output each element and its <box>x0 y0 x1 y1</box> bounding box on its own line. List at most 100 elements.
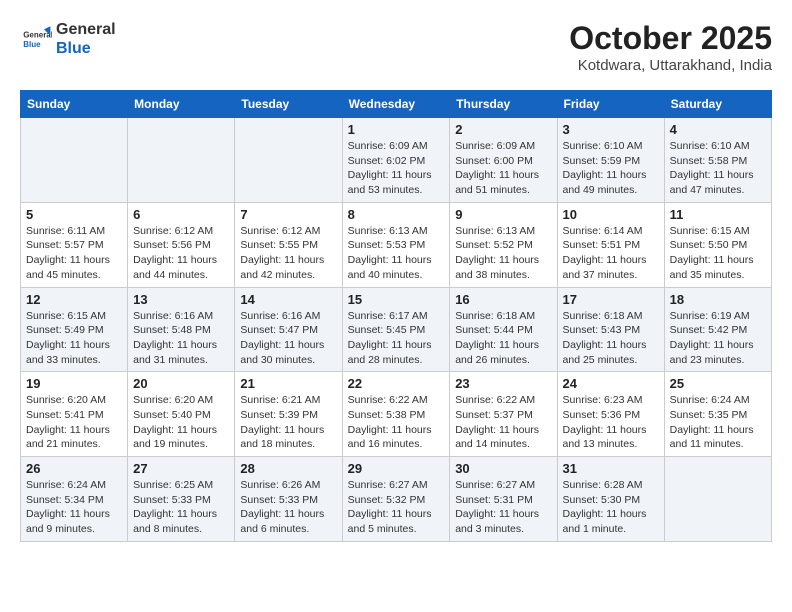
calendar-cell: 5 Sunrise: 6:11 AM Sunset: 5:57 PM Daylig… <box>21 202 128 287</box>
day-number: 15 <box>348 292 445 307</box>
weekday-header: Monday <box>128 91 235 118</box>
calendar-cell: 25 Sunrise: 6:24 AM Sunset: 5:35 PM Dayli… <box>664 372 771 457</box>
day-number: 3 <box>563 122 659 137</box>
day-info: Sunrise: 6:11 AM Sunset: 5:57 PM Dayligh… <box>26 224 122 283</box>
day-number: 8 <box>348 207 445 222</box>
title-block: October 2025 Kotdwara, Uttarakhand, Indi… <box>569 20 772 74</box>
day-info: Sunrise: 6:20 AM Sunset: 5:41 PM Dayligh… <box>26 393 122 452</box>
day-info: Sunrise: 6:09 AM Sunset: 6:02 PM Dayligh… <box>348 139 445 198</box>
calendar-cell: 30Sunrise: 6:27 AM Sunset: 5:31 PM Dayli… <box>450 457 557 542</box>
day-info: Sunrise: 6:24 AM Sunset: 5:34 PM Dayligh… <box>26 478 122 537</box>
calendar-cell: 17 Sunrise: 6:18 AM Sunset: 5:43 PM Dayli… <box>557 287 664 372</box>
calendar-cell <box>664 457 771 542</box>
calendar-cell: 29 Sunrise: 6:27 AM Sunset: 5:32 PM Dayli… <box>342 457 450 542</box>
day-number: 25 <box>670 376 766 391</box>
calendar-cell: 12 Sunrise: 6:15 AM Sunset: 5:49 PM Dayli… <box>21 287 128 372</box>
logo: General Blue General Blue <box>20 20 116 58</box>
calendar-cell <box>128 118 235 203</box>
day-number: 17 <box>563 292 659 307</box>
calendar-cell: 26 Sunrise: 6:24 AM Sunset: 5:34 PM Dayli… <box>21 457 128 542</box>
calendar-week: 1Sunrise: 6:09 AM Sunset: 6:02 PM Daylig… <box>21 118 772 203</box>
calendar-cell: 1Sunrise: 6:09 AM Sunset: 6:02 PM Daylig… <box>342 118 450 203</box>
day-number: 31 <box>563 461 659 476</box>
calendar-cell: 11Sunrise: 6:15 AM Sunset: 5:50 PM Dayli… <box>664 202 771 287</box>
day-number: 18 <box>670 292 766 307</box>
calendar-cell: 21Sunrise: 6:21 AM Sunset: 5:39 PM Dayli… <box>235 372 342 457</box>
day-number: 16 <box>455 292 551 307</box>
calendar-cell: 8 Sunrise: 6:13 AM Sunset: 5:53 PM Daylig… <box>342 202 450 287</box>
weekday-header: Thursday <box>450 91 557 118</box>
calendar-cell: 31 Sunrise: 6:28 AM Sunset: 5:30 PM Dayli… <box>557 457 664 542</box>
day-info: Sunrise: 6:10 AM Sunset: 5:59 PM Dayligh… <box>563 139 659 198</box>
calendar-cell: 9Sunrise: 6:13 AM Sunset: 5:52 PM Daylig… <box>450 202 557 287</box>
day-number: 19 <box>26 376 122 391</box>
day-info: Sunrise: 6:15 AM Sunset: 5:50 PM Dayligh… <box>670 224 766 283</box>
calendar-cell: 7 Sunrise: 6:12 AM Sunset: 5:55 PM Daylig… <box>235 202 342 287</box>
day-info: Sunrise: 6:18 AM Sunset: 5:44 PM Dayligh… <box>455 309 551 368</box>
day-number: 12 <box>26 292 122 307</box>
day-number: 20 <box>133 376 229 391</box>
weekday-header: Tuesday <box>235 91 342 118</box>
day-info: Sunrise: 6:14 AM Sunset: 5:51 PM Dayligh… <box>563 224 659 283</box>
day-info: Sunrise: 6:09 AM Sunset: 6:00 PM Dayligh… <box>455 139 551 198</box>
day-number: 6 <box>133 207 229 222</box>
day-info: Sunrise: 6:23 AM Sunset: 5:36 PM Dayligh… <box>563 393 659 452</box>
day-number: 9 <box>455 207 551 222</box>
calendar-cell: 3 Sunrise: 6:10 AM Sunset: 5:59 PM Daylig… <box>557 118 664 203</box>
logo-blue-text: Blue <box>56 39 116 58</box>
day-number: 10 <box>563 207 659 222</box>
day-number: 7 <box>240 207 336 222</box>
day-number: 13 <box>133 292 229 307</box>
calendar-cell: 23 Sunrise: 6:22 AM Sunset: 5:37 PM Dayli… <box>450 372 557 457</box>
day-number: 14 <box>240 292 336 307</box>
day-info: Sunrise: 6:13 AM Sunset: 5:53 PM Dayligh… <box>348 224 445 283</box>
calendar-cell: 14 Sunrise: 6:16 AM Sunset: 5:47 PM Dayli… <box>235 287 342 372</box>
day-number: 26 <box>26 461 122 476</box>
svg-text:Blue: Blue <box>23 40 41 49</box>
day-number: 24 <box>563 376 659 391</box>
day-number: 30 <box>455 461 551 476</box>
calendar-week: 12 Sunrise: 6:15 AM Sunset: 5:49 PM Dayli… <box>21 287 772 372</box>
day-number: 28 <box>240 461 336 476</box>
calendar-cell: 2 Sunrise: 6:09 AM Sunset: 6:00 PM Daylig… <box>450 118 557 203</box>
weekday-header: Friday <box>557 91 664 118</box>
calendar-table: SundayMondayTuesdayWednesdayThursdayFrid… <box>20 90 772 542</box>
calendar-cell: 24 Sunrise: 6:23 AM Sunset: 5:36 PM Dayli… <box>557 372 664 457</box>
page-header: General Blue General Blue October 2025 K… <box>20 20 772 74</box>
day-info: Sunrise: 6:17 AM Sunset: 5:45 PM Dayligh… <box>348 309 445 368</box>
day-info: Sunrise: 6:24 AM Sunset: 5:35 PM Dayligh… <box>670 393 766 452</box>
calendar-cell: 22 Sunrise: 6:22 AM Sunset: 5:38 PM Dayli… <box>342 372 450 457</box>
day-info: Sunrise: 6:27 AM Sunset: 5:32 PM Dayligh… <box>348 478 445 537</box>
calendar-cell <box>235 118 342 203</box>
day-info: Sunrise: 6:22 AM Sunset: 5:37 PM Dayligh… <box>455 393 551 452</box>
day-number: 22 <box>348 376 445 391</box>
day-number: 23 <box>455 376 551 391</box>
calendar-cell <box>21 118 128 203</box>
day-number: 29 <box>348 461 445 476</box>
calendar-week: 26 Sunrise: 6:24 AM Sunset: 5:34 PM Dayli… <box>21 457 772 542</box>
weekday-header: Saturday <box>664 91 771 118</box>
weekday-header: Sunday <box>21 91 128 118</box>
location: Kotdwara, Uttarakhand, India <box>569 57 772 74</box>
day-number: 5 <box>26 207 122 222</box>
day-info: Sunrise: 6:18 AM Sunset: 5:43 PM Dayligh… <box>563 309 659 368</box>
day-info: Sunrise: 6:26 AM Sunset: 5:33 PM Dayligh… <box>240 478 336 537</box>
calendar-week: 5 Sunrise: 6:11 AM Sunset: 5:57 PM Daylig… <box>21 202 772 287</box>
day-number: 4 <box>670 122 766 137</box>
day-info: Sunrise: 6:15 AM Sunset: 5:49 PM Dayligh… <box>26 309 122 368</box>
calendar-cell: 15 Sunrise: 6:17 AM Sunset: 5:45 PM Dayli… <box>342 287 450 372</box>
calendar-week: 19 Sunrise: 6:20 AM Sunset: 5:41 PM Dayli… <box>21 372 772 457</box>
day-info: Sunrise: 6:28 AM Sunset: 5:30 PM Dayligh… <box>563 478 659 537</box>
day-info: Sunrise: 6:16 AM Sunset: 5:47 PM Dayligh… <box>240 309 336 368</box>
calendar-cell: 28 Sunrise: 6:26 AM Sunset: 5:33 PM Dayli… <box>235 457 342 542</box>
logo-general-text: General <box>56 20 116 39</box>
day-info: Sunrise: 6:22 AM Sunset: 5:38 PM Dayligh… <box>348 393 445 452</box>
calendar-cell: 19 Sunrise: 6:20 AM Sunset: 5:41 PM Dayli… <box>21 372 128 457</box>
calendar-cell: 18Sunrise: 6:19 AM Sunset: 5:42 PM Dayli… <box>664 287 771 372</box>
day-number: 2 <box>455 122 551 137</box>
calendar-cell: 4 Sunrise: 6:10 AM Sunset: 5:58 PM Daylig… <box>664 118 771 203</box>
day-info: Sunrise: 6:12 AM Sunset: 5:55 PM Dayligh… <box>240 224 336 283</box>
calendar-cell: 13Sunrise: 6:16 AM Sunset: 5:48 PM Dayli… <box>128 287 235 372</box>
day-number: 27 <box>133 461 229 476</box>
day-info: Sunrise: 6:10 AM Sunset: 5:58 PM Dayligh… <box>670 139 766 198</box>
